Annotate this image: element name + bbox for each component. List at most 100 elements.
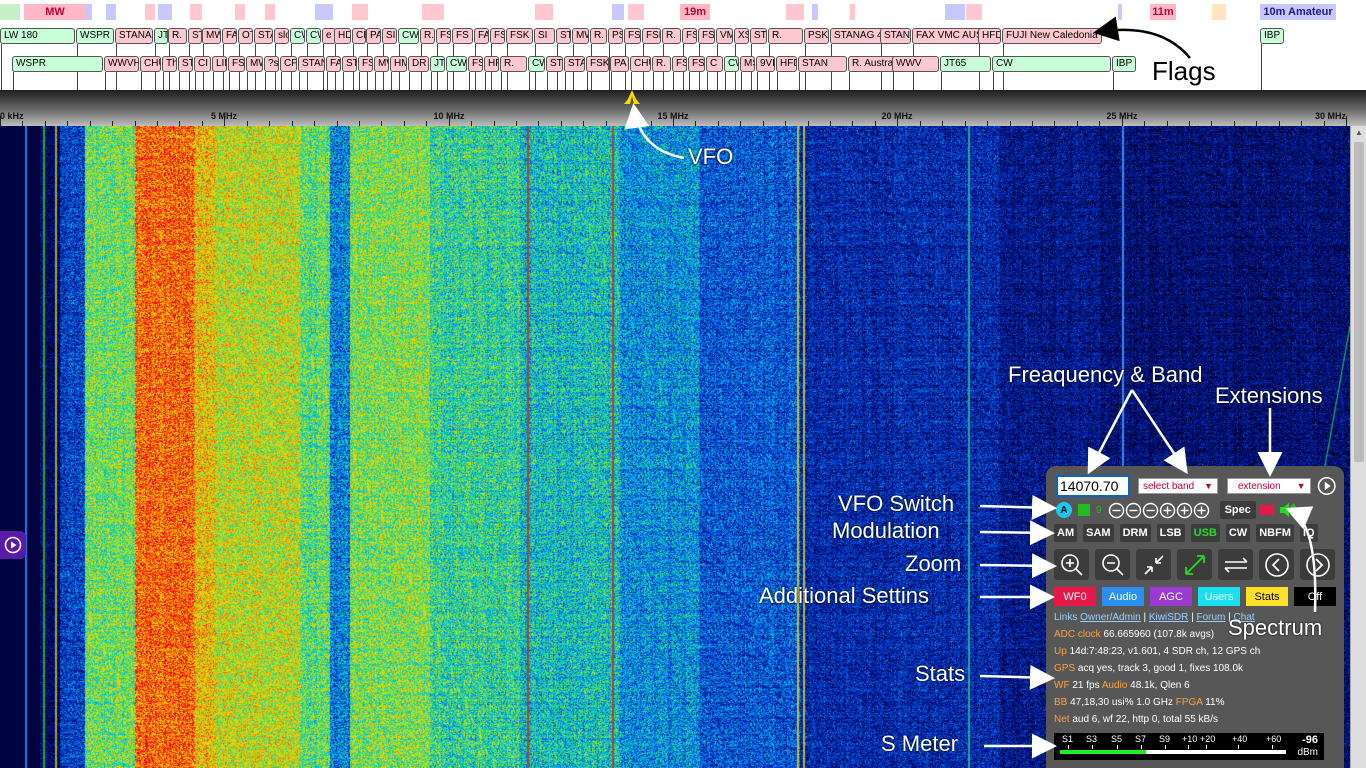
- step-minus-icon[interactable]: [1142, 502, 1159, 519]
- band-segment[interactable]: [106, 4, 116, 20]
- spectrum-button[interactable]: Spec: [1219, 501, 1256, 519]
- flag-fuji-new-caledonia[interactable]: FUJI New Caledonia: [1002, 28, 1102, 44]
- flag-r[interactable]: R.: [768, 28, 803, 44]
- flag-fsk[interactable]: FSK: [698, 28, 715, 44]
- flag-fax-vmc-aus[interactable]: FAX VMC AUS: [912, 28, 987, 44]
- flag-wspr[interactable]: WSPR: [76, 28, 114, 44]
- band-segment[interactable]: [786, 4, 804, 20]
- flag-pa[interactable]: PA: [366, 28, 381, 44]
- flag-r[interactable]: R.: [500, 56, 527, 72]
- zoom-max-in-button[interactable]: [1136, 549, 1171, 580]
- flag-r-a[interactable]: R. A: [590, 28, 607, 44]
- flag-stanag[interactable]: STANAG: [115, 28, 153, 44]
- flag-psk[interactable]: PSK: [608, 28, 623, 44]
- flag-r[interactable]: R.: [168, 28, 187, 44]
- flag-c[interactable]: C: [706, 56, 723, 72]
- scrollbar-thumb[interactable]: [1354, 142, 1364, 462]
- vfo-b-button[interactable]: B: [1078, 504, 1090, 516]
- flag-stana[interactable]: STANA: [880, 28, 911, 44]
- zoom-in-button[interactable]: [1054, 549, 1089, 580]
- settings-wf0-button[interactable]: WF0: [1054, 587, 1096, 606]
- band-select[interactable]: select band ▼: [1138, 478, 1218, 494]
- flag-fs[interactable]: FS: [358, 56, 373, 72]
- flag-fa[interactable]: FA: [222, 28, 237, 44]
- flag-r[interactable]: R.: [420, 28, 435, 44]
- flag-fa[interactable]: FA: [326, 56, 341, 72]
- flag-ibp[interactable]: IBP: [1260, 28, 1285, 44]
- mode-iq-button[interactable]: IQ: [1299, 524, 1318, 542]
- mode-am-button[interactable]: AM: [1054, 524, 1078, 542]
- band-segment[interactable]: [235, 4, 245, 20]
- flag-hfdl[interactable]: HFDL: [484, 56, 499, 72]
- flag-jt6[interactable]: JT6: [430, 56, 445, 72]
- flag-lin[interactable]: LIN: [212, 56, 227, 72]
- flag-si[interactable]: SI: [382, 28, 397, 44]
- flag-r[interactable]: R.: [662, 28, 681, 44]
- band-segment[interactable]: [966, 4, 982, 20]
- flag-fsk[interactable]: FSK: [642, 28, 661, 44]
- flag-ms[interactable]: MS: [740, 56, 755, 72]
- flag-fsk[interactable]: FSK: [624, 28, 641, 44]
- flag-fsk[interactable]: FSK: [506, 28, 533, 44]
- flag-cw[interactable]: CW: [446, 56, 467, 72]
- flag-r[interactable]: R.: [652, 56, 671, 72]
- flag-fsk[interactable]: FSK: [586, 56, 609, 72]
- band-segment[interactable]: [945, 4, 965, 20]
- flag-pa[interactable]: PA: [610, 56, 629, 72]
- pan-right-button[interactable]: [1300, 549, 1335, 580]
- band-segment[interactable]: [1118, 4, 1122, 20]
- band-segment[interactable]: [535, 4, 553, 20]
- zoom-max-out-button[interactable]: [1177, 549, 1212, 580]
- flag-st[interactable]: ST: [188, 28, 202, 44]
- scroll-up-icon[interactable]: ▲: [1351, 126, 1366, 140]
- flag-stan[interactable]: STAN: [798, 56, 847, 72]
- flag-st[interactable]: ST: [178, 56, 193, 72]
- flag-fs[interactable]: FS: [688, 56, 705, 72]
- band-segment[interactable]: [158, 4, 172, 20]
- flag-hm0[interactable]: HM0: [390, 56, 407, 72]
- zoom-band-button[interactable]: [1218, 549, 1253, 580]
- flag-st[interactable]: ST: [546, 56, 563, 72]
- pan-left-button[interactable]: [1259, 549, 1294, 580]
- flag-fs[interactable]: FS: [682, 28, 697, 44]
- flag-hfd[interactable]: HFD: [978, 28, 1001, 44]
- band-segment[interactable]: [265, 4, 275, 20]
- forum-link[interactable]: Forum: [1196, 612, 1225, 623]
- flag-wspr[interactable]: WSPR: [12, 56, 103, 72]
- flag-vm[interactable]: VM: [716, 28, 733, 44]
- band-segment[interactable]: [812, 4, 818, 20]
- zoom-out-button[interactable]: [1095, 549, 1130, 580]
- step-plus-icon[interactable]: [1159, 502, 1176, 519]
- flag-r-austra[interactable]: R. Austra: [848, 56, 898, 72]
- flag-dr[interactable]: DR: [408, 56, 429, 72]
- mode-drm-button[interactable]: DRM: [1119, 524, 1151, 542]
- step-minus-icon[interactable]: [1125, 502, 1142, 519]
- flag-slo[interactable]: slo: [274, 28, 289, 44]
- kiwisdr-link[interactable]: KiwiSDR: [1149, 612, 1188, 623]
- step-minus-icon[interactable]: [1108, 502, 1125, 519]
- flag-lw-180[interactable]: LW 180: [0, 28, 75, 44]
- frequency-input[interactable]: [1056, 475, 1130, 497]
- band-segment[interactable]: [190, 4, 202, 20]
- flag-ibp[interactable]: IBP: [1112, 56, 1137, 72]
- band-segment[interactable]: [422, 4, 444, 20]
- settings-users-button[interactable]: Users: [1198, 587, 1240, 606]
- flag-fa[interactable]: FA: [474, 28, 489, 44]
- vfo-a-button[interactable]: A: [1056, 502, 1072, 518]
- flag-cw[interactable]: CW: [992, 56, 1111, 72]
- owner-admin-link[interactable]: Owner/Admin: [1080, 612, 1141, 623]
- flag-fsk[interactable]: FSK: [228, 56, 245, 72]
- speaker-icon[interactable]: [1278, 501, 1298, 519]
- side-panel-toggle-button[interactable]: [0, 531, 26, 559]
- flag-9vf[interactable]: 9VF: [756, 56, 775, 72]
- flag-jt6[interactable]: JT6: [154, 28, 168, 44]
- flag-mw[interactable]: MW: [246, 56, 263, 72]
- flag-fs[interactable]: FS: [436, 28, 451, 44]
- frequency-scale[interactable]: 0 kHz 5 MHz 10 MHz 15 MHz 20 MHz 25 MHz 30 MHz: [0, 90, 1366, 126]
- extension-select[interactable]: extension ▼: [1226, 478, 1311, 494]
- flag-psk[interactable]: PSK: [804, 28, 829, 44]
- flag-wwv[interactable]: WWV: [892, 56, 939, 72]
- flag-stan[interactable]: STAN: [298, 56, 325, 72]
- flag-hfd[interactable]: HFD: [776, 56, 797, 72]
- flag-cf[interactable]: CF: [280, 56, 297, 72]
